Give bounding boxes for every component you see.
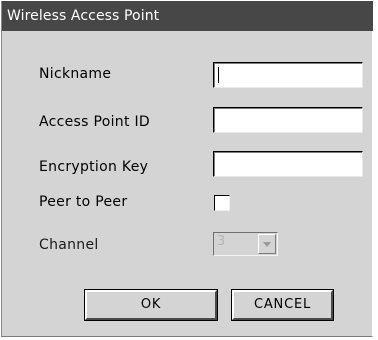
text-caret (218, 67, 219, 83)
channel-label: Channel (39, 237, 99, 253)
ok-button[interactable]: OK (84, 289, 218, 321)
nickname-input[interactable] (213, 62, 363, 88)
window-title: Wireless Access Point (2, 1, 373, 31)
peer-to-peer-checkbox[interactable] (214, 195, 230, 211)
wireless-access-point-dialog: Wireless Access Point Nickname Access Po… (1, 1, 373, 337)
channel-value: 3 (217, 234, 226, 249)
encryption-key-label: Encryption Key (39, 159, 149, 175)
encryption-key-input[interactable] (213, 151, 363, 177)
cancel-button[interactable]: CANCEL (231, 289, 334, 321)
access-point-id-label: Access Point ID (39, 114, 150, 130)
nickname-label: Nickname (39, 66, 112, 82)
chevron-down-icon[interactable] (258, 234, 276, 254)
peer-to-peer-label: Peer to Peer (39, 194, 128, 210)
access-point-id-input[interactable] (213, 107, 363, 133)
channel-select[interactable]: 3 (213, 232, 278, 256)
